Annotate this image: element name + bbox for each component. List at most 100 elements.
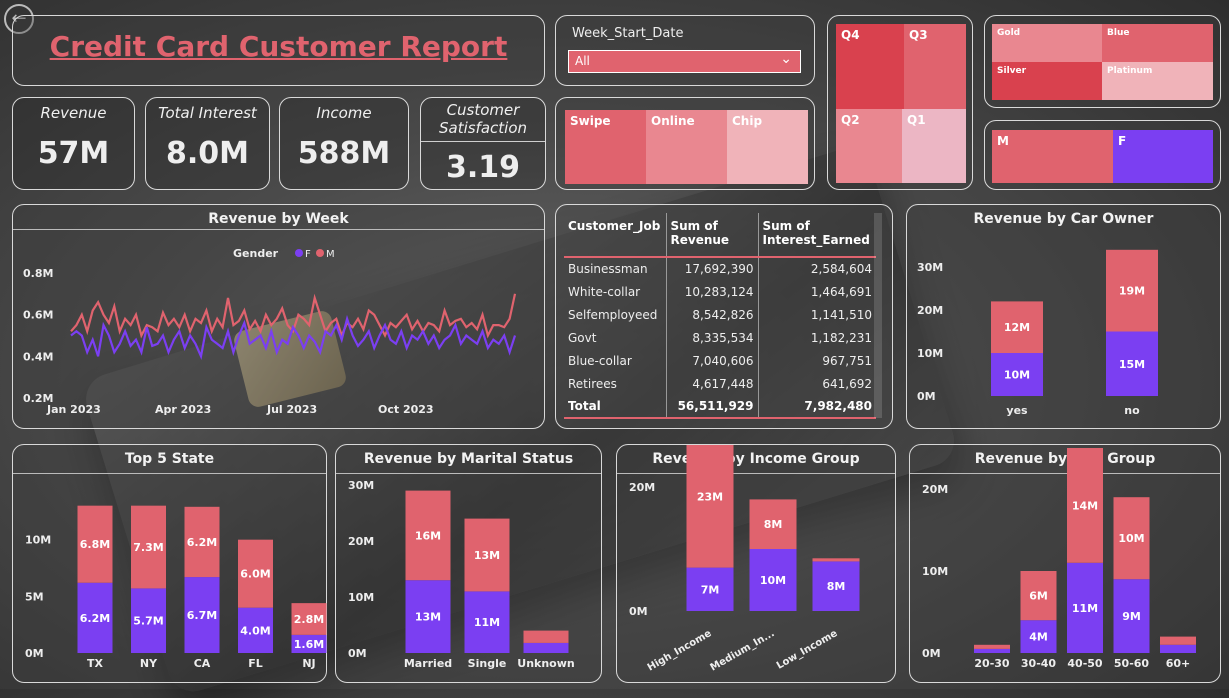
table-header-row: Customer_Job Sum of Revenue Sum of Inter… [564,213,876,257]
bar-segment-f [523,642,569,653]
x-category-label: NJ [302,657,315,670]
column-header[interactable]: Customer_Job [564,213,666,257]
table-row[interactable]: Selfemployeed 8,542,826 1,141,510 [564,303,876,326]
bar-segment-m [812,558,860,562]
kpi-label: Income [316,104,372,122]
x-category-label: Low_Income [775,628,840,672]
data-label: 6.0M [240,568,270,581]
y-tick-label: 0M [917,390,936,403]
y-tick-label: 10M [922,565,948,578]
y-tick-label: 0M [922,647,941,660]
treemap-q4[interactable]: Q4 [836,24,904,109]
kpi-label: Total Interest [158,104,257,122]
y-tick-label: 10M [917,347,943,360]
x-category-label: 50-60 [1114,657,1150,670]
data-label: 2.8M [294,613,324,626]
kpi-label: Customer Satisfaction [438,101,528,137]
kpi-value: 588M [297,136,391,171]
data-label: 6.2M [80,612,110,625]
customer-job-table-panel: Customer_Job Sum of Revenue Sum of Inter… [555,204,893,429]
treemap-swipe[interactable]: Swipe [565,110,646,184]
y-tick-label: 30M [917,261,943,274]
y-tick-label: 0.6M [23,309,53,322]
top-5-state-bar-chart: 10M 5M 0M 6.2M 6.8M TX 5.7M 7.3M NY 6.7M 6.2M CA 4.0… [25,505,327,670]
data-label: 15M [1119,358,1145,371]
table-row[interactable]: Govt 8,335,534 1,182,231 [564,326,876,349]
treemap-gold[interactable]: Gold [992,24,1102,62]
data-label: 4.0M [240,624,270,637]
kpi-value: 57M [37,136,110,171]
treemap-online[interactable]: Online [646,110,727,184]
card-type-panel: Swipe Online Chip [555,97,815,190]
table-cell: 17,692,390 [665,257,758,280]
treemap-chip[interactable]: Chip [727,110,808,184]
table-cell: Blue-collar [568,353,632,368]
bar-segment-m [523,630,569,643]
kpi-income-card: Income 588M [279,97,409,190]
y-tick-label: 30M [348,479,374,492]
treemap-silver[interactable]: Silver [992,62,1102,100]
table-cell: 8,335,534 [665,326,758,349]
data-label: 8M [764,518,783,531]
treemap-q2[interactable]: Q2 [836,109,902,183]
legend-female-dot [295,249,303,257]
card-category-panel: Gold Blue Silver Platinum [984,15,1221,108]
legend-female-label: F [305,249,311,260]
data-label: 6M [1029,590,1048,603]
treemap-platinum[interactable]: Platinum [1102,62,1213,100]
legend-male-label: M [326,249,335,260]
y-tick-label: 0.8M [23,267,53,280]
data-label: 14M [1072,499,1098,512]
data-label: 6.2M [187,536,217,549]
treemap-blue[interactable]: Blue [1102,24,1213,62]
table-cell: Retirees [568,376,617,391]
bar-segment-m [974,644,1010,649]
bar-segment-m [1160,636,1196,645]
table-row[interactable]: Blue-collar 7,040,606 967,751 [564,349,876,372]
data-label: 11M [1072,602,1098,615]
data-label: 6.8M [80,538,110,551]
treemap-q1[interactable]: Q1 [902,109,966,183]
data-label: 5.7M [133,615,163,628]
y-tick-label: 5M [25,590,44,603]
table-total-row: Total 56,511,929 7,982,480 [564,395,876,418]
data-label: 7M [701,583,720,596]
treemap-q3[interactable]: Q3 [904,24,966,109]
table-row[interactable]: Retirees 4,617,448 641,692 [564,372,876,395]
title-panel: Credit Card Customer Report [12,15,545,86]
slicer-label: Week_Start_Date [572,26,684,41]
top-5-state-panel: Top 5 State 10M 5M 0M 6.2M 6.8M TX 5.7M 7.3M NY 6… [12,444,327,683]
bar-segment-f [1160,644,1196,653]
treemap-male[interactable]: M [992,130,1113,183]
week-start-date-dropdown[interactable]: All ⌄ [568,50,801,73]
x-tick-label: Oct 2023 [378,403,434,416]
x-tick-label: Jan 2023 [46,403,101,416]
table-cell: 10,283,124 [665,280,758,303]
data-label: 23M [697,490,723,503]
column-header[interactable]: Sum of Revenue [665,213,758,257]
y-tick-label: 20M [917,304,943,317]
y-tick-label: 0M [25,647,44,660]
table-cell: 2,584,604 [757,257,876,280]
x-category-label: Medium_In... [709,628,777,674]
table-scrollbar[interactable] [874,213,882,418]
x-tick-label: Apr 2023 [155,403,211,416]
y-tick-label: 20M [348,535,374,548]
data-label: 11M [474,616,500,629]
revenue-by-income-panel: Revenue by Income Group 20M 0M 7M 23M High_I… [616,444,896,683]
x-category-label: 60+ [1166,657,1191,670]
quarter-panel: Q4 Q3 Q2 Q1 [827,15,973,190]
data-label: 1.6M [294,638,324,651]
column-header[interactable]: Sum of Interest_Earned [757,213,876,257]
x-category-label: Unknown [517,657,574,670]
table-row[interactable]: White-collar 10,283,124 1,464,691 [564,280,876,303]
data-label: 9M [1122,610,1141,623]
table-row[interactable]: Businessman 17,692,390 2,584,604 [564,257,876,280]
x-category-label: Single [468,657,507,670]
treemap-female[interactable]: F [1113,130,1213,183]
kpi-satisfaction-card: Customer Satisfaction 3.19 [420,97,546,190]
gender-panel: M F [984,120,1221,190]
kpi-revenue-card: Revenue 57M [12,97,135,190]
data-label: 7.3M [133,541,163,554]
x-category-label: High_Income [646,628,714,674]
